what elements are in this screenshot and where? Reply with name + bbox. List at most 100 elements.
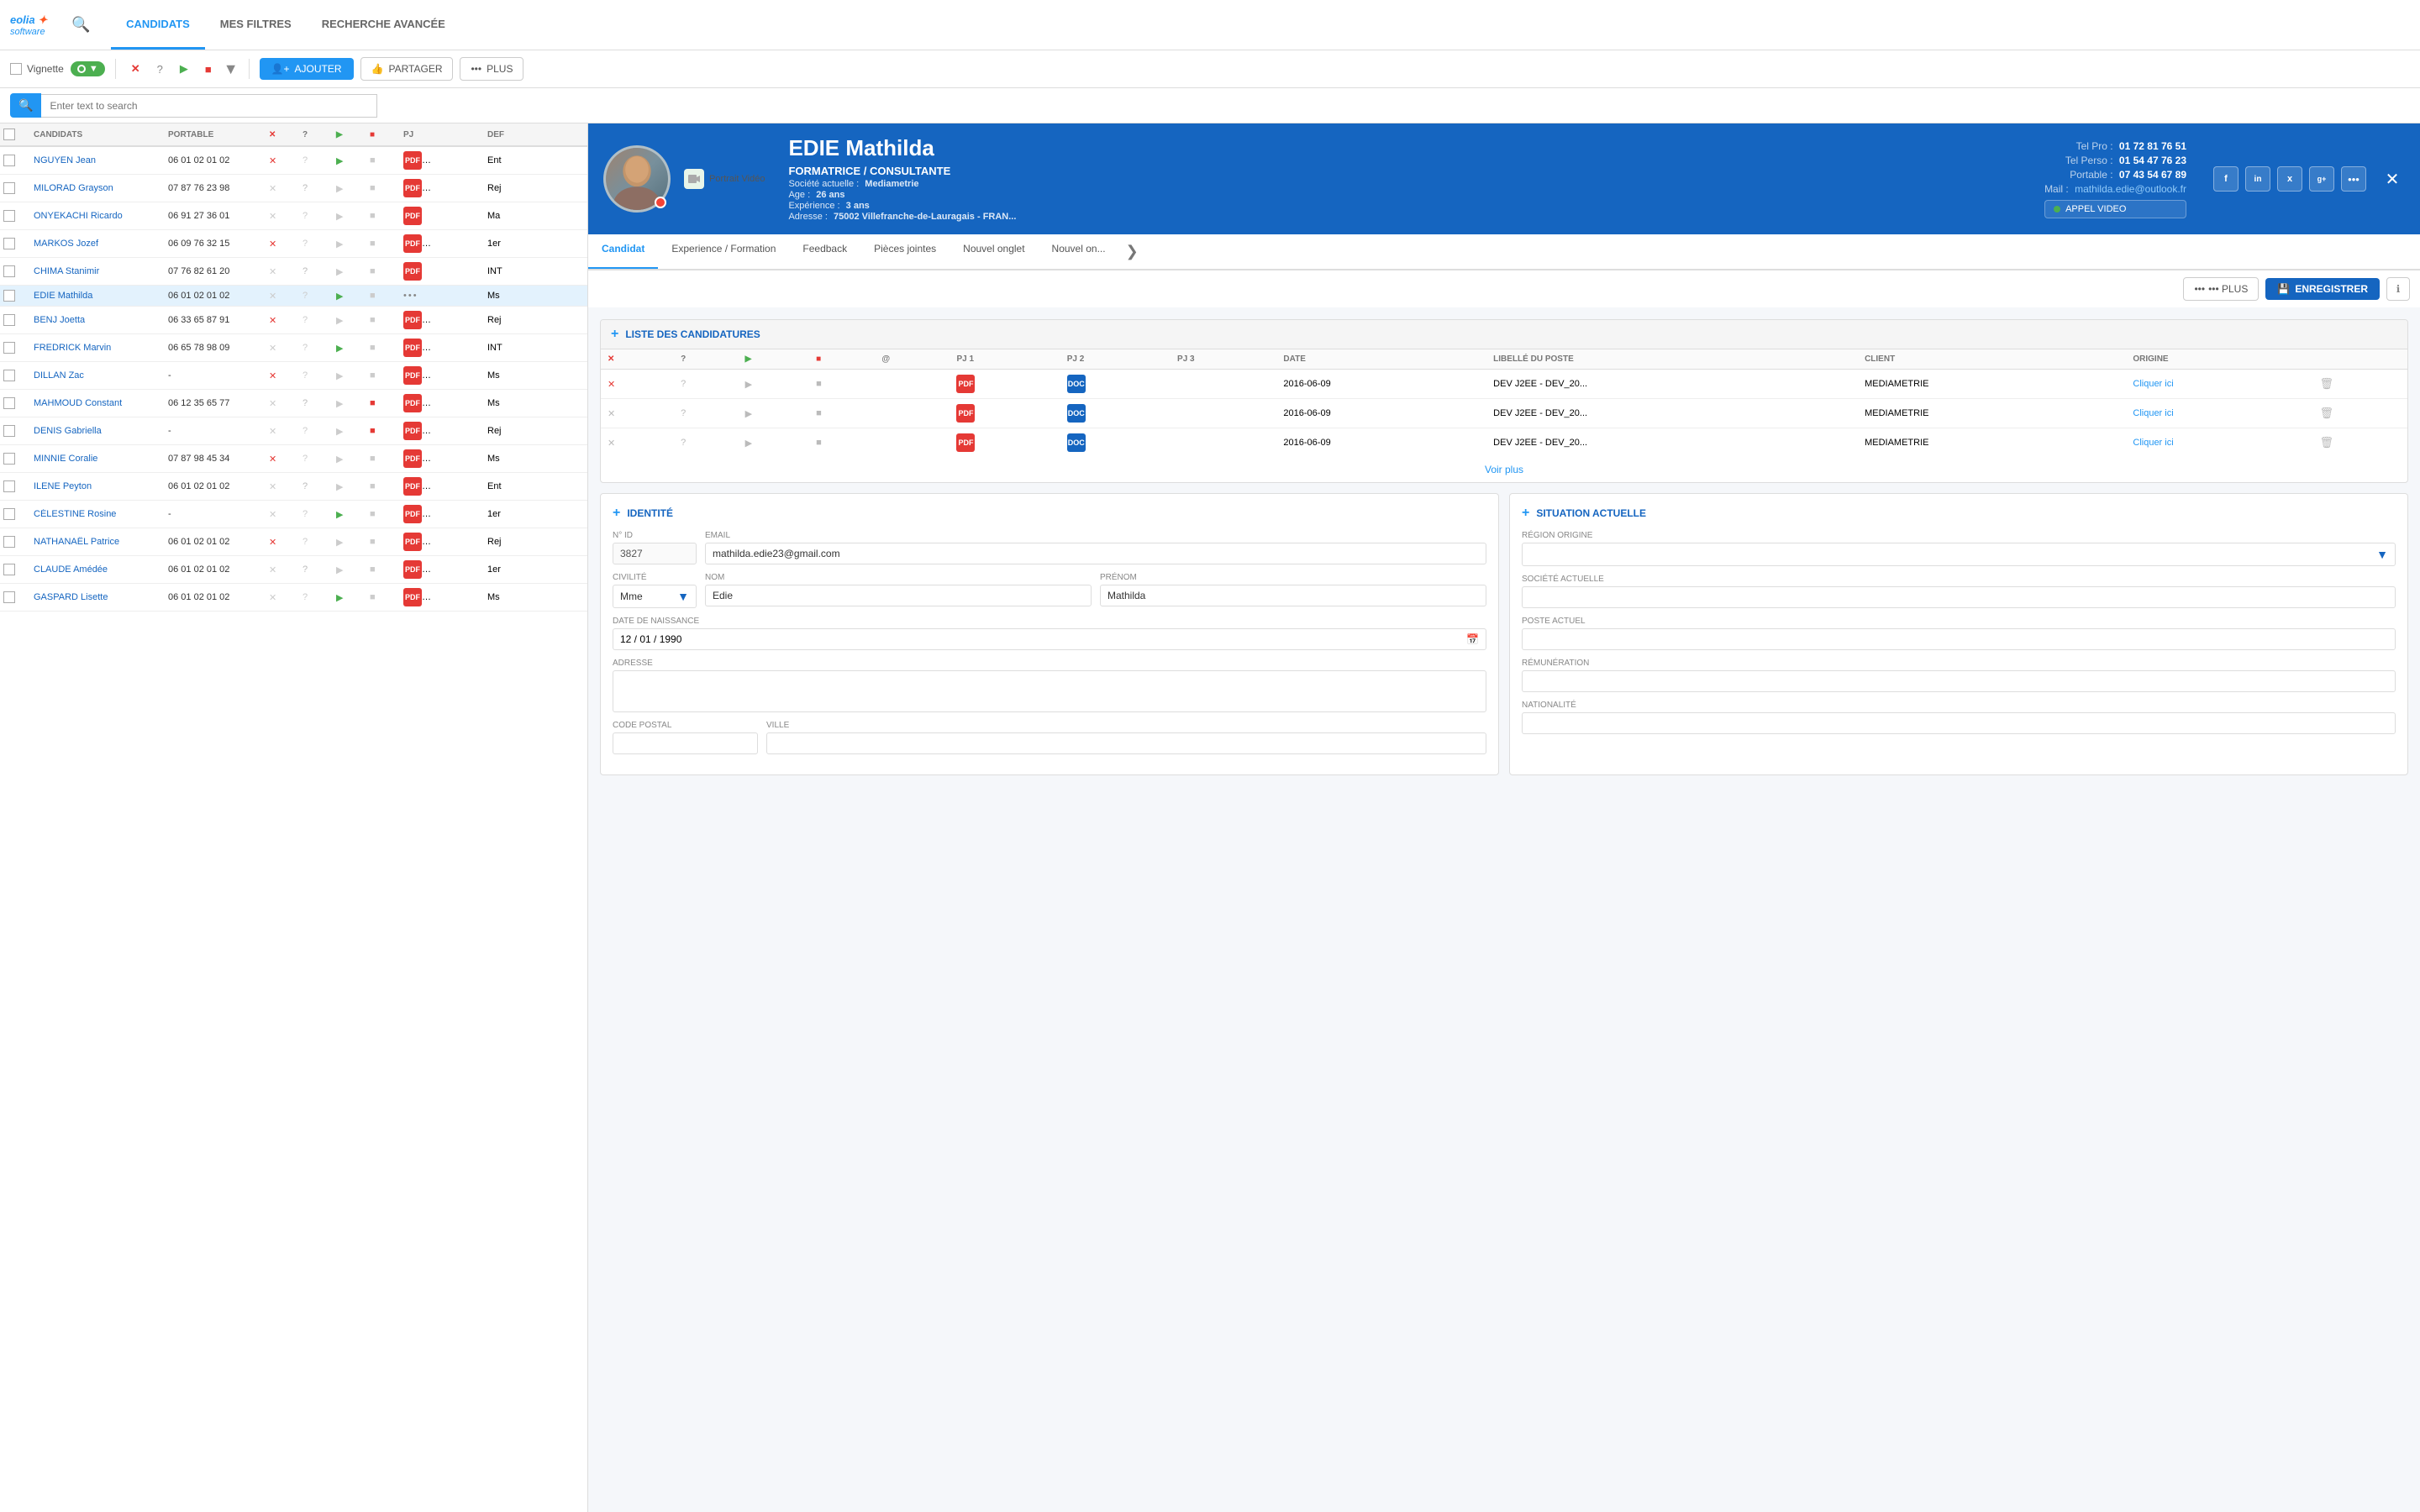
doc-icon[interactable]: DOC xyxy=(1067,433,1086,452)
adresse-input[interactable] xyxy=(613,670,1486,712)
table-row[interactable]: DILLAN Zac - ✕ ? ▶ ■ PDFDOC Ms xyxy=(0,362,587,390)
table-row[interactable]: DENIS Gabriella - ✕ ? ▶ ■ PDFDOC Rej xyxy=(0,417,587,445)
row-checkbox[interactable] xyxy=(3,480,15,492)
table-row[interactable]: EDIE Mathilda 06 01 02 01 02 ✕ ? ▶ ■ •••… xyxy=(0,286,587,307)
table-row[interactable]: GASPARD Lisette 06 01 02 01 02 ✕ ? ▶ ■ P… xyxy=(0,584,587,612)
candidate-name[interactable]: DENIS Gabriella xyxy=(30,426,165,436)
email-input[interactable] xyxy=(705,543,1486,564)
filter-x-btn[interactable]: ✕ xyxy=(126,59,145,79)
table-row[interactable]: CLAUDE Amédée 06 01 02 01 02 ✕ ? ▶ ■ PDF… xyxy=(0,556,587,584)
ajouter-button[interactable]: 👤+ AJOUTER xyxy=(260,58,354,80)
enregistrer-button[interactable]: 💾 ENREGISTRER xyxy=(2265,278,2380,300)
search-input[interactable] xyxy=(41,94,377,118)
pdf-icon[interactable]: PDF xyxy=(403,366,422,385)
row-checkbox[interactable] xyxy=(3,182,15,194)
row-checkbox[interactable] xyxy=(3,210,15,222)
row-checkbox[interactable] xyxy=(3,564,15,575)
filter-chevron-down-icon[interactable]: ▼ xyxy=(224,60,239,78)
pdf-icon[interactable]: PDF xyxy=(403,533,422,551)
table-row[interactable]: CHIMA Stanimir 07 76 82 61 20 ✕ ? ▶ ■ PD… xyxy=(0,258,587,286)
tab-nouvel-onglet[interactable]: Nouvel onglet xyxy=(950,234,1038,269)
candidate-name[interactable]: NATHANAËL Patrice xyxy=(30,537,165,547)
row-checkbox[interactable] xyxy=(3,155,15,166)
tab-experience-formation[interactable]: Experience / Formation xyxy=(658,234,789,269)
row-checkbox[interactable] xyxy=(3,342,15,354)
row-checkbox[interactable] xyxy=(3,536,15,548)
societe-actuelle-input[interactable] xyxy=(1522,586,2396,608)
filter-stop-btn[interactable]: ■ xyxy=(200,60,217,79)
search-button[interactable]: 🔍 xyxy=(10,93,41,118)
row-checkbox[interactable] xyxy=(3,508,15,520)
mail-value[interactable]: mathilda.edie@outlook.fr xyxy=(2075,183,2186,195)
row-checkbox[interactable] xyxy=(3,425,15,437)
nom-input[interactable] xyxy=(705,585,1092,606)
nav-tab-candidats[interactable]: CANDIDATS xyxy=(111,0,205,50)
pdf-icon[interactable]: PDF xyxy=(403,179,422,197)
row-checkbox[interactable] xyxy=(3,370,15,381)
cliquer-ici-link[interactable]: Cliquer ici xyxy=(2133,438,2173,448)
nav-tab-recherche-avancee[interactable]: RECHERCHE AVANCÉE xyxy=(307,0,460,50)
info-button[interactable]: ℹ xyxy=(2386,277,2410,301)
pdf-icon[interactable]: PDF xyxy=(956,375,975,393)
facebook-btn[interactable]: f xyxy=(2213,166,2238,192)
pdf-icon[interactable]: PDF xyxy=(403,311,422,329)
table-row[interactable]: CÉLESTINE Rosine - ✕ ? ▶ ■ PDFDOC 1er xyxy=(0,501,587,528)
more-actions-btn[interactable]: ••• ••• PLUS xyxy=(2183,277,2259,301)
linkedin-btn[interactable]: in xyxy=(2245,166,2270,192)
candidate-name[interactable]: MILORAD Grayson xyxy=(30,183,165,193)
delete-icon[interactable]: 🗑 xyxy=(2320,407,2334,419)
row-dots[interactable]: ••• xyxy=(403,291,418,301)
select-all-checkbox[interactable] xyxy=(3,129,15,140)
civilite-select[interactable]: Mme ▼ xyxy=(613,585,697,608)
table-row[interactable]: NGUYEN Jean 06 01 02 01 02 ✕ ? ▶ ■ PDFDO… xyxy=(0,147,587,175)
pdf-icon[interactable]: PDF xyxy=(403,394,422,412)
google-btn[interactable]: g+ xyxy=(2309,166,2334,192)
row-checkbox[interactable] xyxy=(3,265,15,277)
row-checkbox[interactable] xyxy=(3,314,15,326)
cliquer-ici-link[interactable]: Cliquer ici xyxy=(2133,379,2173,389)
pdf-icon[interactable]: PDF xyxy=(403,449,422,468)
candidate-name[interactable]: CÉLESTINE Rosine xyxy=(30,509,165,519)
candidate-name[interactable]: FREDRICK Marvin xyxy=(30,343,165,353)
tab-nouvel-on[interactable]: Nouvel on... xyxy=(1039,234,1119,269)
filter-play-btn[interactable]: ▶ xyxy=(175,59,193,79)
tab-feedback[interactable]: Feedback xyxy=(789,234,860,269)
candidate-name[interactable]: BENJ Joetta xyxy=(30,315,165,325)
table-row[interactable]: MARKOS Jozef 06 09 76 32 15 ✕ ? ▶ ■ PDFD… xyxy=(0,230,587,258)
candidate-name[interactable]: NGUYEN Jean xyxy=(30,155,165,165)
more-options-btn[interactable]: ••• xyxy=(2341,166,2366,192)
pdf-icon[interactable]: PDF xyxy=(403,339,422,357)
table-row[interactable]: FREDRICK Marvin 06 65 78 98 09 ✕ ? ▶ ■ P… xyxy=(0,334,587,362)
nid-input[interactable]: 3827 xyxy=(613,543,697,564)
partager-button[interactable]: 👍 PARTAGER xyxy=(360,57,454,81)
portrait-video-btn[interactable]: Portrait Vidéo xyxy=(684,165,765,192)
region-select[interactable]: ▼ xyxy=(1522,543,2396,566)
row-checkbox[interactable] xyxy=(3,238,15,249)
candidate-name[interactable]: MARKOS Jozef xyxy=(30,239,165,249)
table-row[interactable]: MAHMOUD Constant 06 12 35 65 77 ✕ ? ▶ ■ … xyxy=(0,390,587,417)
ddn-value[interactable]: 12 / 01 / 1990 xyxy=(620,633,1466,645)
pdf-icon[interactable]: PDF xyxy=(956,433,975,452)
pdf-icon[interactable]: PDF xyxy=(403,505,422,523)
delete-icon[interactable]: 🗑 xyxy=(2320,377,2334,390)
pdf-icon[interactable]: PDF xyxy=(403,262,422,281)
row-checkbox[interactable] xyxy=(3,397,15,409)
pdf-icon[interactable]: PDF xyxy=(403,234,422,253)
voir-plus-link[interactable]: Voir plus xyxy=(1485,464,1523,475)
xing-btn[interactable]: x xyxy=(2277,166,2302,192)
table-row[interactable]: ONYEKACHI Ricardo 06 91 27 36 01 ✕ ? ▶ ■… xyxy=(0,202,587,230)
row-checkbox[interactable] xyxy=(3,453,15,465)
video-call-btn[interactable]: APPEL VIDEO xyxy=(2044,200,2186,218)
candidate-name[interactable]: MINNIE Coralie xyxy=(30,454,165,464)
nav-tab-mes-filtres[interactable]: MES FILTRES xyxy=(205,0,307,50)
row-checkbox[interactable] xyxy=(3,290,15,302)
filter-q-btn[interactable]: ? xyxy=(152,60,168,79)
code-postal-input[interactable] xyxy=(613,732,758,754)
status-filter-btn[interactable]: ▼ xyxy=(71,61,105,76)
candidate-name[interactable]: ONYEKACHI Ricardo xyxy=(30,211,165,221)
pdf-icon[interactable]: PDF xyxy=(403,560,422,579)
doc-icon[interactable]: DOC xyxy=(1067,404,1086,423)
header-search-icon[interactable]: 🔍 xyxy=(67,12,94,39)
cliquer-ici-link[interactable]: Cliquer ici xyxy=(2133,408,2173,418)
candidate-name[interactable]: CLAUDE Amédée xyxy=(30,564,165,575)
